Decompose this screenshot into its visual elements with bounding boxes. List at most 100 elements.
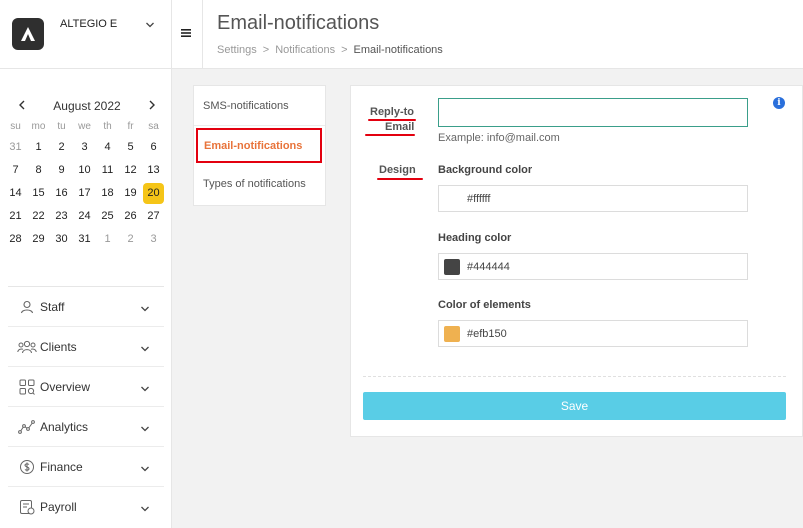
sidebar-item-label: Overview	[40, 379, 91, 394]
calendar-day[interactable]: 6	[142, 136, 165, 159]
calendar-day[interactable]: 31	[4, 136, 27, 159]
reply-to-email-input[interactable]	[438, 98, 748, 127]
sidebar-item-label: Staff	[40, 299, 65, 314]
elements-color-label: Color of elements	[438, 299, 531, 311]
calendar-day[interactable]: 25	[96, 205, 119, 228]
breadcrumb: Settings > Notifications > Email-notific…	[217, 44, 443, 56]
calendar-day[interactable]: 11	[96, 159, 119, 182]
heading-color-swatch[interactable]	[444, 258, 460, 275]
background-color-swatch[interactable]	[444, 190, 460, 207]
person-icon	[16, 297, 38, 317]
header-divider	[202, 0, 203, 69]
hamburger-menu-icon[interactable]	[180, 26, 192, 38]
calendar-day[interactable]: 2	[119, 228, 142, 251]
background-color-value: #ffffff	[467, 192, 491, 205]
calendar-weekday: mo	[31, 121, 46, 132]
chevron-down-icon[interactable]	[145, 20, 155, 33]
calendar-weekday: fr	[127, 121, 134, 132]
reply-to-hint: Example: info@mail.com	[438, 132, 560, 144]
sidebar-item-clients[interactable]: Clients	[8, 326, 164, 366]
tab-types-of-notifications[interactable]: Types of notifications	[194, 164, 325, 204]
tab-email-notifications[interactable]: Email-notifications	[196, 128, 322, 163]
prev-month-icon[interactable]	[16, 99, 28, 113]
calendar-day-today-label: 20	[143, 183, 164, 204]
info-icon[interactable]: i	[773, 97, 785, 109]
notification-tabs: SMS-notifications Email-notifications Ty…	[193, 85, 326, 206]
calendar-weekday: th	[103, 121, 112, 132]
calendar-day-today[interactable]: 20	[142, 182, 165, 205]
calendar-day[interactable]: 15	[27, 182, 50, 205]
heading-color-label: Heading color	[438, 232, 512, 244]
calendar-day[interactable]: 16	[50, 182, 73, 205]
calendar-day[interactable]: 9	[50, 159, 73, 182]
calendar-day[interactable]: 10	[73, 159, 96, 182]
calendar-weekday: sa	[148, 121, 159, 132]
calendar-day[interactable]: 24	[73, 205, 96, 228]
chevron-down-icon[interactable]	[140, 341, 150, 352]
reply-to-label-line2: Email	[385, 121, 415, 133]
calendar-day[interactable]: 19	[119, 182, 142, 205]
chevron-down-icon[interactable]	[140, 421, 150, 432]
calendar-day[interactable]: 4	[96, 136, 119, 159]
calendar-day[interactable]: 2	[50, 136, 73, 159]
altegio-logo-icon	[12, 18, 44, 50]
breadcrumb-settings[interactable]: Settings	[217, 44, 257, 56]
overview-grid-icon	[16, 377, 38, 397]
sidebar-item-analytics[interactable]: Analytics	[8, 406, 164, 446]
calendar-day[interactable]: 31	[73, 228, 96, 251]
calendar-day[interactable]: 1	[96, 228, 119, 251]
calendar-day[interactable]: 17	[73, 182, 96, 205]
calendar-grid: su mo tu we th fr sa 31 1 2 3 4 5 6 7 8 9 10 11 12 13 14 15 16 1…	[4, 118, 168, 251]
heading-color-field[interactable]: #444444	[438, 253, 748, 280]
sidebar-item-payroll[interactable]: Payroll	[8, 486, 164, 526]
chevron-down-icon[interactable]	[140, 501, 150, 512]
breadcrumb-notifications[interactable]: Notifications	[275, 44, 335, 56]
calendar-day[interactable]: 21	[4, 205, 27, 228]
calendar-day[interactable]: 3	[73, 136, 96, 159]
tab-sms-notifications[interactable]: SMS-notifications	[194, 86, 325, 126]
calendar-day[interactable]: 29	[27, 228, 50, 251]
calendar-day[interactable]: 12	[119, 159, 142, 182]
calendar-day[interactable]: 3	[142, 228, 165, 251]
sidebar-item-label: Clients	[40, 339, 77, 354]
payroll-icon	[16, 497, 38, 517]
calendar-weekday: we	[78, 121, 91, 132]
elements-color-field[interactable]: #efb150	[438, 320, 748, 347]
calendar-day[interactable]: 1	[27, 136, 50, 159]
calendar-day[interactable]: 14	[4, 182, 27, 205]
background-color-field[interactable]: #ffffff	[438, 185, 748, 212]
page-header: Email-notifications Settings > Notificat…	[172, 0, 803, 69]
calendar-day[interactable]: 5	[119, 136, 142, 159]
sidebar-item-staff[interactable]: Staff	[8, 286, 164, 326]
calendar-day[interactable]: 13	[142, 159, 165, 182]
background-color-label: Background color	[438, 164, 533, 176]
calendar-day[interactable]: 7	[4, 159, 27, 182]
breadcrumb-separator: >	[341, 44, 348, 56]
elements-color-swatch[interactable]	[444, 325, 460, 342]
form-divider	[363, 376, 786, 377]
calendar-day[interactable]: 27	[142, 205, 165, 228]
sidebar-item-finance[interactable]: Finance	[8, 446, 164, 486]
calendar-day[interactable]: 26	[119, 205, 142, 228]
calendar-day[interactable]: 23	[50, 205, 73, 228]
calendar-day[interactable]: 8	[27, 159, 50, 182]
sidebar-item-label: Analytics	[40, 419, 89, 434]
elements-color-value: #efb150	[467, 327, 507, 340]
mini-calendar: August 2022 su mo tu we th fr sa 31 1 2 3 4 5 6 7 8 9 10 1…	[4, 96, 168, 251]
company-switcher[interactable]: ALTEGIO E	[0, 0, 171, 69]
chevron-down-icon[interactable]	[140, 461, 150, 472]
sidebar: ALTEGIO E August 2022 su mo tu we th fr sa 31 1 2…	[0, 0, 172, 528]
sidebar-item-overview[interactable]: Overview	[8, 366, 164, 406]
sidebar-item-label: Payroll	[40, 499, 77, 514]
calendar-day[interactable]: 28	[4, 228, 27, 251]
chevron-down-icon[interactable]	[140, 301, 150, 312]
company-name: ALTEGIO E	[60, 18, 118, 30]
calendar-day[interactable]: 30	[50, 228, 73, 251]
save-button[interactable]: Save	[363, 392, 786, 420]
calendar-day[interactable]: 18	[96, 182, 119, 205]
calendar-day[interactable]: 22	[27, 205, 50, 228]
next-month-icon[interactable]	[146, 99, 158, 113]
annotation-underline	[365, 134, 415, 136]
reply-to-label-line1: Reply-to	[370, 106, 414, 118]
chevron-down-icon[interactable]	[140, 381, 150, 392]
